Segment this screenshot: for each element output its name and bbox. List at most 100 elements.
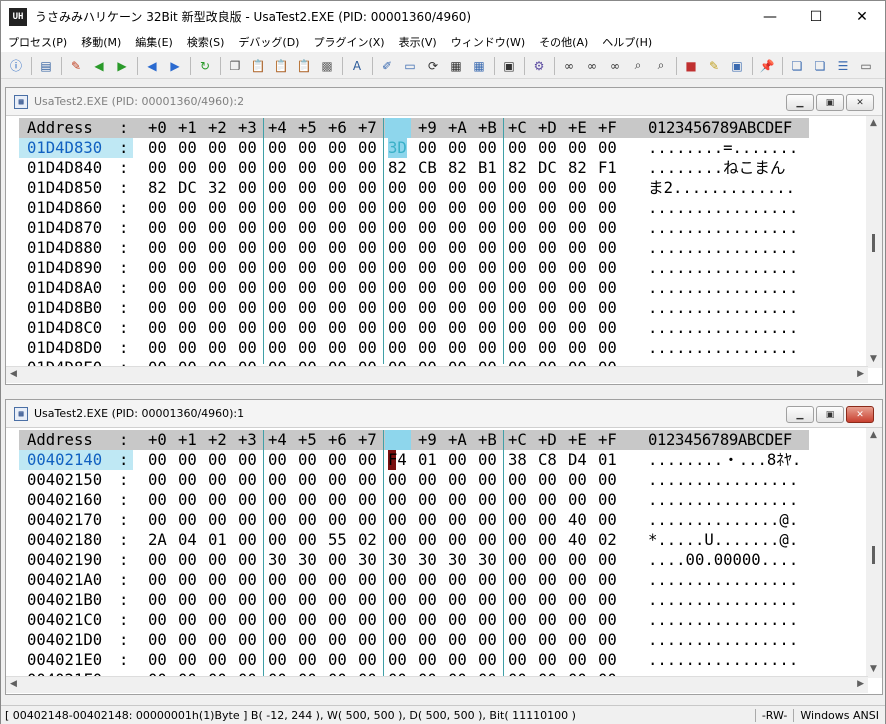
byte-cell[interactable]: 00 [478,530,497,550]
byte-cell[interactable]: 00 [268,590,287,610]
byte-cell[interactable]: 00 [508,178,527,198]
select-icon[interactable]: ▣ [498,55,520,77]
vertical-scrollbar[interactable]: ▲ ▼ [866,428,882,678]
scroll-up-icon[interactable]: ▲ [870,118,877,128]
byte-cell[interactable]: 00 [538,510,557,530]
byte-cell[interactable]: 00 [478,238,497,258]
byte-cell[interactable]: 00 [178,490,197,510]
byte-cell[interactable]: 00 [208,298,227,318]
byte-cell[interactable]: 00 [388,650,407,670]
byte-cell[interactable]: 00 [598,650,617,670]
byte-cell[interactable]: 00 [298,470,317,490]
byte-cell[interactable]: 00 [238,238,257,258]
byte-cell[interactable]: 00 [388,590,407,610]
horizontal-scrollbar[interactable]: ◀ ▶ [6,676,868,693]
byte-cell[interactable]: 00 [418,198,437,218]
byte-cell[interactable]: 00 [478,610,497,630]
byte-cell[interactable]: 00 [478,278,497,298]
byte-cell[interactable]: 00 [388,630,407,650]
byte-cell[interactable]: 00 [448,610,467,630]
byte-cell[interactable]: 00 [508,338,527,358]
byte-cell[interactable]: 00 [148,630,167,650]
byte-cell[interactable]: 00 [268,630,287,650]
byte-cell[interactable]: 00 [148,610,167,630]
byte-cell[interactable]: 01 [418,450,437,470]
menu-item-6[interactable]: 表示(V) [392,34,444,50]
byte-cell[interactable]: 00 [508,238,527,258]
menu-item-1[interactable]: 移動(M) [74,34,128,50]
byte-cell[interactable]: 00 [598,338,617,358]
code-icon[interactable]: ▦ [445,55,467,77]
byte-cell[interactable]: 00 [388,278,407,298]
byte-cell[interactable]: 00 [538,470,557,490]
row-ascii[interactable]: ................ [648,338,798,358]
byte-cell[interactable]: 00 [358,490,377,510]
byte-cell[interactable]: 55 [328,530,347,550]
paste2-icon[interactable]: 📋 [270,55,292,77]
byte-cell[interactable]: 30 [268,550,287,570]
byte-cell[interactable]: 00 [388,338,407,358]
byte-cell[interactable]: 00 [268,358,287,366]
row-ascii[interactable]: ................ [648,258,798,278]
row-ascii[interactable]: ................ [648,610,798,630]
horizontal-scrollbar[interactable]: ◀ ▶ [6,366,868,383]
byte-cell[interactable]: 00 [328,238,347,258]
byte-cell[interactable]: 00 [598,630,617,650]
byte-cell[interactable]: 00 [178,338,197,358]
byte-cell[interactable]: 00 [298,490,317,510]
byte-cell[interactable]: 00 [508,570,527,590]
byte-cell[interactable]: 30 [358,550,377,570]
byte-cell[interactable]: 00 [448,318,467,338]
byte-cell[interactable]: 00 [358,278,377,298]
byte-cell[interactable]: 3D [388,138,407,158]
byte-cell[interactable]: 00 [358,590,377,610]
byte-cell[interactable]: 00 [178,218,197,238]
byte-cell[interactable]: 00 [238,158,257,178]
vertical-scrollbar[interactable]: ▲ ▼ [866,116,882,368]
byte-cell[interactable]: 30 [298,550,317,570]
byte-cell[interactable]: 00 [148,590,167,610]
row-ascii[interactable]: ................ [648,650,798,670]
color-block-icon[interactable]: ■ [680,55,702,77]
byte-cell[interactable]: 00 [328,178,347,198]
byte-cell[interactable]: 00 [328,510,347,530]
byte-cell[interactable]: 00 [598,358,617,366]
byte-cell[interactable]: 00 [538,258,557,278]
byte-cell[interactable]: 00 [478,318,497,338]
byte-cell[interactable]: 00 [148,570,167,590]
byte-cell[interactable]: 00 [328,158,347,178]
row-ascii[interactable]: ................ [648,238,798,258]
row-ascii[interactable]: ................ [648,490,798,510]
byte-cell[interactable]: 00 [298,178,317,198]
byte-cell[interactable]: 30 [388,550,407,570]
byte-cell[interactable]: 00 [178,238,197,258]
byte-cell[interactable]: 00 [208,338,227,358]
byte-cell[interactable]: 00 [328,550,347,570]
row-ascii[interactable]: ................ [648,570,798,590]
byte-cell[interactable]: 02 [598,530,617,550]
byte-cell[interactable]: 00 [298,610,317,630]
byte-cell[interactable]: 00 [448,630,467,650]
byte-cell[interactable]: 00 [448,258,467,278]
byte-cell[interactable]: 00 [418,258,437,278]
byte-cell[interactable]: 00 [538,338,557,358]
scroll-thumb[interactable] [872,234,875,252]
binoculars3-icon[interactable]: ∞ [604,55,626,77]
byte-cell[interactable]: 00 [238,318,257,338]
byte-cell[interactable]: 00 [148,278,167,298]
byte-cell[interactable]: 00 [418,318,437,338]
byte-cell[interactable]: 00 [178,650,197,670]
byte-cell[interactable]: 00 [208,510,227,530]
byte-cell[interactable]: 00 [358,338,377,358]
byte-cell[interactable]: 00 [448,198,467,218]
byte-cell[interactable]: 00 [388,178,407,198]
byte-cell[interactable]: 00 [478,570,497,590]
row-ascii[interactable]: ................ [648,358,798,366]
byte-cell[interactable]: 00 [208,570,227,590]
byte-cell[interactable]: 38 [508,450,527,470]
child-minimize-button[interactable]: ▁ [786,406,814,423]
byte-cell[interactable]: 00 [478,198,497,218]
byte-cell[interactable]: 00 [148,238,167,258]
byte-cell[interactable]: 00 [178,570,197,590]
byte-cell[interactable]: 00 [238,490,257,510]
